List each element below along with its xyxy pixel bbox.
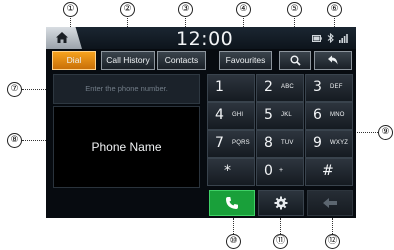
back-button[interactable] [314,51,352,70]
phone-tabs: Dial Call History Contacts Favourites [46,51,356,70]
key-8[interactable]: 8 TUV [256,130,304,158]
battery-icon [312,34,322,42]
callout-8: ⑧ [7,133,22,148]
key-5[interactable]: 5 JKL [256,102,304,130]
callout-6: ⑥ [327,2,342,17]
settings-button[interactable] [258,190,304,216]
key-star[interactable]: * [207,158,255,186]
leader-line [22,89,48,90]
leader-line [332,218,333,234]
search-icon [290,55,301,66]
key-3[interactable]: 3 DEF [305,74,353,102]
bluetooth-icon [327,33,334,43]
callout-12: ⑫ [325,234,340,249]
key-6[interactable]: 6 MNO [305,102,353,130]
status-bar: 12:00 [46,27,356,50]
return-arrow-icon [328,55,338,65]
leader-line [22,140,48,141]
phone-number-input[interactable]: Enter the phone number. [53,74,200,104]
key-0[interactable]: 0 + [256,158,304,186]
call-button[interactable] [209,190,255,216]
callout-10: ⑩ [226,234,241,249]
key-4[interactable]: 4 GHI [207,102,255,130]
key-2[interactable]: 2 ABC [256,74,304,102]
status-icons [312,33,348,43]
phone-handset-icon [226,197,238,209]
key-7[interactable]: 7 PQRS [207,130,255,158]
tab-call-history[interactable]: Call History [101,51,155,70]
bottom-controls [46,188,356,218]
phone-name-display: Phone Name [53,106,200,188]
leader-line [233,218,234,234]
callout-4: ④ [236,2,251,17]
tab-contacts[interactable]: Contacts [157,51,206,70]
leader-line [354,132,378,133]
delete-button[interactable] [307,190,353,216]
clock: 12:00 [176,28,234,50]
callout-3: ③ [178,2,193,17]
tab-favourites[interactable]: Favourites [219,51,272,70]
key-hash[interactable]: # [305,158,353,186]
leader-line [280,218,281,234]
home-button[interactable] [46,27,82,49]
signal-icon [339,33,348,43]
key-1[interactable]: 1 [207,74,255,102]
callout-5: ⑤ [287,2,302,17]
callout-1: ① [63,2,78,17]
callout-11: ⑪ [273,234,288,249]
key-9[interactable]: 9 WXYZ [305,130,353,158]
callout-9: ⑨ [378,125,393,140]
callout-2: ② [120,2,135,17]
home-icon [56,32,68,43]
callout-7: ⑦ [7,82,22,97]
search-button[interactable] [279,51,311,70]
left-arrow-icon [323,198,337,208]
gear-icon [274,196,288,210]
dial-keypad: 1 2 ABC 3 DEF 4 GHI 5 JKL 6 MNO 7 PQRS 8 TUV 9W… [207,74,353,186]
phone-screen: 12:00 Dial Call History Contacts Favouri… [46,27,356,218]
tab-dial[interactable]: Dial [52,51,96,70]
